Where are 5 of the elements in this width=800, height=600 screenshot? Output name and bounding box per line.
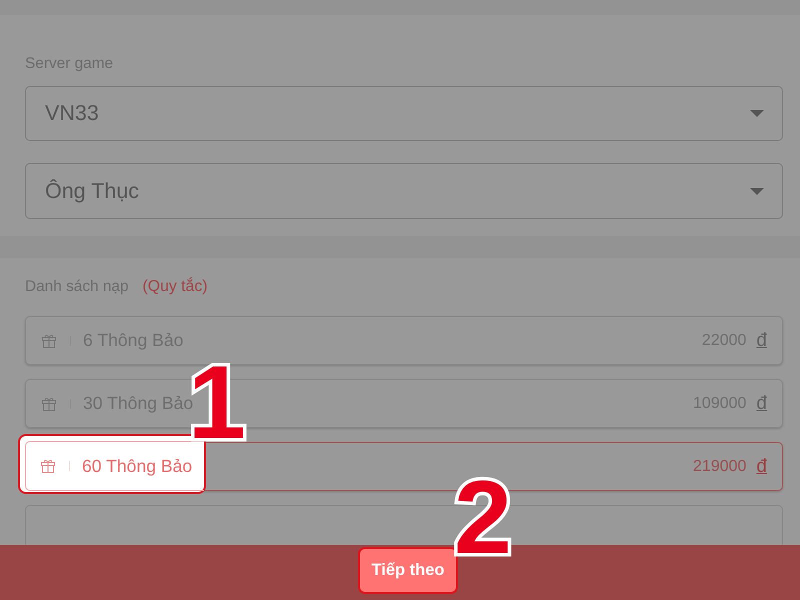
package-price: 219000 — [693, 458, 746, 476]
currency-symbol: đ — [756, 392, 767, 414]
currency-symbol: đ — [756, 456, 767, 478]
currency-symbol: đ — [756, 330, 767, 352]
package-name: 60 Thông Bảo — [82, 456, 192, 476]
